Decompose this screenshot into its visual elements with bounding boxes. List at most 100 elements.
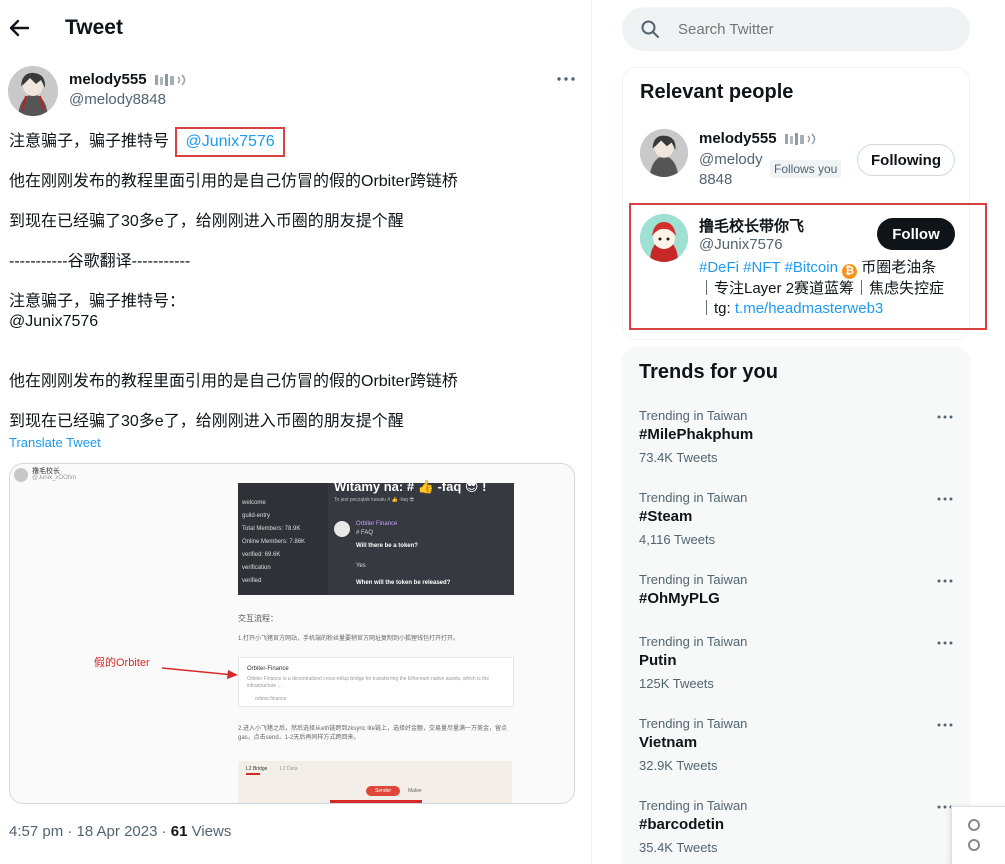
avatar[interactable]	[640, 214, 688, 262]
bio-line: ｜专注Layer 2赛道蓝筹｜焦虑失控症	[699, 280, 945, 297]
discord-panel: welcome guild-entry Total Members: 78.9K…	[238, 479, 514, 595]
discord-answer: Yes	[356, 563, 366, 569]
tweet-text-line: -----------谷歌翻译-----------	[9, 253, 191, 270]
bio-link[interactable]: t.me/headmasterweb3	[735, 300, 883, 317]
trend-name: Putin	[639, 652, 677, 669]
search-input[interactable]	[678, 18, 958, 40]
link-card-url: orbiter.finance	[255, 696, 287, 702]
bio-line: ｜tg: t.me/headmasterweb3	[699, 299, 967, 319]
author-handle[interactable]: @melody8848	[69, 91, 166, 108]
more-dots-icon[interactable]	[935, 492, 955, 506]
trend-item[interactable]: Trending in Taiwan #MilePhakphum 73.4K T…	[622, 408, 970, 490]
bio-hashtags[interactable]: #DeFi #NFT #Bitcoin	[699, 259, 838, 276]
embedded-handle: @Junix_xOOhm	[32, 475, 77, 481]
more-dots-icon	[557, 77, 575, 81]
more-dots-icon[interactable]	[935, 718, 955, 732]
more-dots-icon[interactable]	[935, 636, 955, 650]
more-dots-icon[interactable]	[935, 574, 955, 588]
doc-section-label: 交互流程：	[238, 614, 278, 623]
more-options-button[interactable]	[555, 70, 577, 88]
trend-name: Vietnam	[639, 734, 698, 751]
trends-card: Trends for you Trending in Taiwan #MileP…	[622, 347, 970, 864]
tweet-text-line: 他在刚刚发布的教程里面引用的是自己仿冒的假的Orbiter跨链桥	[9, 173, 458, 190]
person-handle[interactable]: @melody 8848	[699, 150, 763, 190]
handle-part: @melody	[699, 151, 763, 168]
relevant-people-heading: Relevant people	[640, 81, 794, 103]
bio-text: ｜tg:	[699, 300, 735, 317]
avatar-image	[640, 129, 688, 177]
more-dots-icon[interactable]	[935, 410, 955, 424]
bridge-tab: L2 Bridge	[246, 766, 268, 772]
avatar-image	[640, 214, 688, 262]
avatar[interactable]	[640, 129, 688, 177]
channel-item: verified: 69.6K	[242, 552, 281, 558]
red-underline	[330, 800, 422, 803]
trend-item[interactable]: Trending in Taiwan #Steam 4,116 Tweets	[622, 490, 970, 572]
person-handle[interactable]: @Junix7576	[699, 235, 783, 255]
trend-context: Trending in Taiwan	[639, 490, 748, 505]
browser-popup[interactable]	[951, 806, 1005, 864]
translate-tweet-link[interactable]: Translate Tweet	[9, 435, 101, 450]
trend-item[interactable]: Trending in Taiwan Vietnam 32.9K Tweets	[622, 716, 970, 798]
author-name[interactable]: melody555	[69, 71, 147, 88]
channel-item: verified	[242, 578, 262, 584]
doc-step-1: 1.打开小飞猪官方网站，手机端的粉丝量要稍官方网址复制到小狐狸钱包打开打开。	[238, 636, 460, 642]
tweet-text-line: 到现在已经骗了30多e了，给刚刚进入币圈的朋友提个醒	[9, 213, 404, 230]
discord-sidebar: welcome guild-entry Total Members: 78.9K…	[238, 483, 328, 595]
trend-count: 125K Tweets	[639, 676, 714, 691]
arrow-left-icon	[9, 19, 30, 37]
discord-question: When will the token be released?	[356, 580, 451, 586]
search-bar[interactable]	[622, 7, 970, 51]
back-button[interactable]	[8, 14, 32, 42]
following-button[interactable]: Following	[857, 144, 955, 176]
channel-item: verification	[242, 565, 271, 571]
channel-list: welcome guild-entry Total Members: 78.9K…	[242, 497, 305, 588]
tweet-text-line: 到现在已经骗了30多e了，给刚刚进入币圈的朋友提个醒	[9, 413, 404, 430]
tweet-timestamp: 4:57 pm · 18 Apr 2023 · 61 Views	[9, 823, 231, 840]
channel-item: Total Members: 78.9K	[242, 526, 301, 532]
person-name[interactable]: melody555	[699, 130, 777, 147]
avatar[interactable]	[8, 66, 58, 116]
doc-step-2: 2.进入小飞猪之后，然后选择从eth链跨到zksync lite链上，选择好金额…	[238, 726, 508, 741]
bridge-tab: L2 Data	[280, 766, 298, 772]
trend-name: #barcodetin	[639, 816, 725, 833]
bitcoin-icon: ₿	[842, 264, 858, 279]
trends-heading: Trends for you	[639, 361, 778, 383]
trend-context: Trending in Taiwan	[639, 634, 748, 649]
tweet-text-line: 注意骗子，骗子推特号 @Junix7576	[9, 127, 285, 157]
tweet-text: 注意骗子，骗子推特号	[9, 133, 170, 150]
person-bio: #DeFi #NFT #Bitcoin ₿ 币圈老油条 ｜专注Layer 2赛道…	[699, 258, 967, 319]
tweet-header: Tweet	[0, 0, 592, 56]
trend-count: 32.9K Tweets	[639, 758, 718, 773]
trend-name: #MilePhakphum	[639, 426, 754, 443]
link-preview-card: Orbiter-Finance Orbiter Finance is a dec…	[238, 657, 514, 707]
trend-context: Trending in Taiwan	[639, 572, 748, 587]
page-title: Tweet	[65, 16, 123, 39]
bio-text: 币圈老油条	[857, 259, 937, 276]
tweet-media-image[interactable]: 撸毛校长 @Junix_xOOhm welcome guild-entry To…	[9, 463, 575, 804]
trend-item[interactable]: Trending in Taiwan Putin 125K Tweets	[622, 634, 970, 716]
chrome-icon	[968, 819, 980, 831]
tweet-time[interactable]: 4:57 pm · 18 Apr 2023 ·	[9, 823, 171, 840]
discord-question: Will there be a token?	[356, 543, 418, 549]
mention-link[interactable]: @Junix7576	[175, 127, 285, 157]
follow-button[interactable]: Follow	[877, 218, 955, 250]
trend-count: 35.4K Tweets	[639, 840, 718, 855]
follows-you-badge: Follows you	[770, 160, 842, 178]
relevant-people-card: Relevant people melody555 @melody 8848 F…	[622, 67, 987, 340]
trend-item[interactable]: Trending in Taiwan #barcodetin 35.4K Twe…	[622, 798, 970, 864]
link-card-title: Orbiter-Finance	[247, 666, 289, 672]
trend-context: Trending in Taiwan	[639, 716, 748, 731]
main-column: Tweet melody555 @melody8848 注意骗子，骗子推特号 @…	[0, 0, 592, 864]
channel-item: welcome	[242, 500, 266, 506]
maker-label: Maker	[408, 788, 422, 794]
discord-message-author: Orbiter Finance	[356, 521, 398, 527]
fake-orbiter-annotation: 假的Orbiter	[94, 657, 150, 669]
trend-context: Trending in Taiwan	[639, 798, 748, 813]
views-label: Views	[187, 823, 232, 840]
bridge-ui-panel: L2 Bridge L2 Data Sender Maker	[238, 761, 512, 803]
bridge-tab-underline	[246, 773, 260, 775]
views-count: 61	[170, 823, 188, 840]
red-arrow-icon	[161, 667, 238, 679]
person-name[interactable]: 撸毛校长带你飞	[699, 215, 804, 236]
